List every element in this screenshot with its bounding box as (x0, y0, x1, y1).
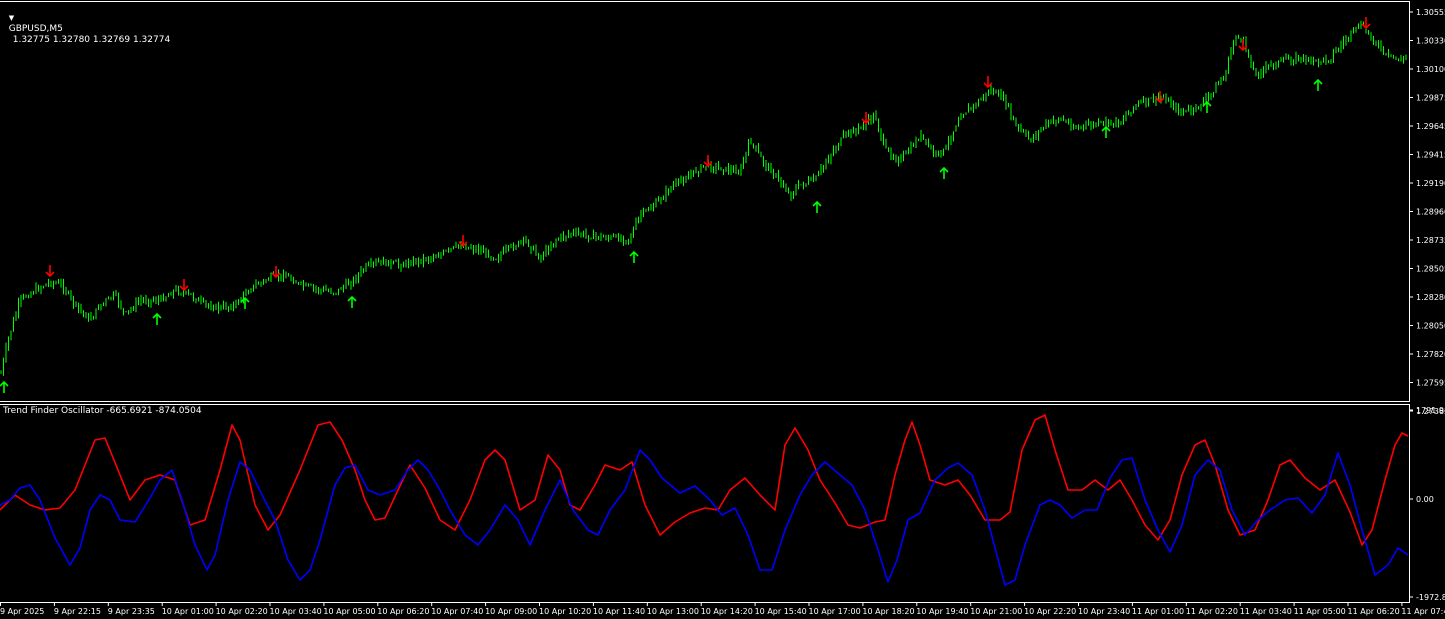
time-label: 10 Apr 10:20 (539, 607, 591, 616)
osc-scale-label: 0.00 (1416, 495, 1434, 504)
price-label: 1.29190 (1416, 179, 1445, 188)
time-label: 10 Apr 14:20 (701, 607, 753, 616)
time-label: 10 Apr 09:00 (485, 607, 537, 616)
time-label: 10 Apr 15:40 (755, 607, 807, 616)
osc-scale-label: -1972.89 (1416, 593, 1445, 602)
time-label: 10 Apr 23:40 (1078, 607, 1130, 616)
time-label: 9 Apr 22:15 (54, 607, 101, 616)
triangle-down-icon[interactable]: ▼ (9, 14, 14, 22)
price-label: 1.28960 (1416, 208, 1445, 217)
symbol-header: ▼ GBPUSD,M5 1.32775 1.32780 1.32769 1.32… (3, 2, 170, 46)
time-label: 10 Apr 17:00 (809, 607, 861, 616)
price-label: 1.30330 (1416, 37, 1445, 46)
price-label: 1.28280 (1416, 293, 1445, 302)
time-label: 9 Apr 2025 (0, 607, 44, 616)
symbol-label: GBPUSD,M5 (8, 24, 63, 34)
time-label: 11 Apr 01:00 (1132, 607, 1184, 616)
price-label: 1.29645 (1416, 122, 1445, 131)
time-label: 10 Apr 03:40 (270, 607, 322, 616)
time-label: 11 Apr 05:00 (1294, 607, 1346, 616)
price-label: 1.30100 (1416, 65, 1445, 74)
price-label: 1.27595 (1416, 379, 1445, 388)
price-label: 1.27820 (1416, 350, 1445, 359)
price-label: 1.28050 (1416, 322, 1445, 331)
price-label: 1.28505 (1416, 265, 1445, 274)
osc-scale-label: 1791.94 (1416, 406, 1445, 415)
time-label: 10 Apr 11:40 (593, 607, 645, 616)
time-label: 11 Apr 07:40 (1401, 607, 1445, 616)
time-label: 9 Apr 23:35 (108, 607, 155, 616)
time-label: 10 Apr 02:20 (216, 607, 268, 616)
price-label: 1.29415 (1416, 151, 1445, 160)
time-label: 11 Apr 06:20 (1348, 607, 1400, 616)
time-label: 11 Apr 03:40 (1240, 607, 1292, 616)
price-label: 1.30555 (1416, 8, 1445, 17)
time-label: 10 Apr 05:00 (323, 607, 375, 616)
time-label: 10 Apr 06:20 (377, 607, 429, 616)
time-label: 10 Apr 07:40 (431, 607, 483, 616)
time-label: 10 Apr 19:40 (916, 607, 968, 616)
price-label: 1.29875 (1416, 94, 1445, 103)
time-label: 10 Apr 22:20 (1024, 607, 1076, 616)
oscillator-label: Trend Finder Oscillator -665.6921 -874.0… (3, 406, 202, 416)
time-label: 11 Apr 02:20 (1186, 607, 1238, 616)
ohlc-readout: 1.32775 1.32780 1.32769 1.32774 (12, 35, 171, 45)
time-label: 10 Apr 13:00 (647, 607, 699, 616)
chart-canvas[interactable]: 1.30555 1.30330 1.30100 1.29875 1.29645 1.294… (0, 0, 1445, 619)
price-label: 1.28735 (1416, 236, 1445, 245)
time-label: 10 Apr 21:00 (970, 607, 1022, 616)
time-label: 10 Apr 18:20 (862, 607, 914, 616)
time-label: 10 Apr 01:00 (162, 607, 214, 616)
